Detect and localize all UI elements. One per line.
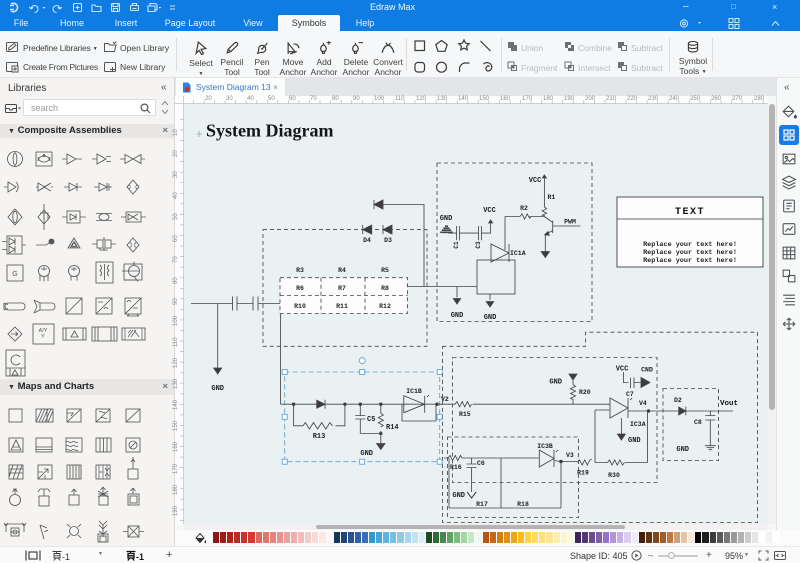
svg-text:R1: R1 [548, 194, 556, 201]
svg-text:GND: GND [628, 437, 641, 445]
svg-text:IC1B: IC1B [406, 388, 422, 395]
svg-text:GND: GND [440, 215, 453, 223]
svg-text:C8: C8 [694, 419, 702, 426]
svg-text:C1: C1 [453, 241, 460, 249]
svg-text:Replace your text here!: Replace your text here! [643, 249, 737, 257]
svg-text:PWM: PWM [564, 219, 576, 226]
svg-text:GND: GND [484, 314, 497, 322]
svg-text:VCC: VCC [616, 366, 629, 374]
svg-text:R15: R15 [459, 411, 471, 418]
svg-text:Replace your text here!: Replace your text here! [643, 257, 737, 265]
svg-text:System Diagram: System Diagram [206, 121, 333, 141]
svg-text:Y: Y [41, 334, 45, 340]
svg-text:Replace your text here!: Replace your text here! [643, 241, 737, 249]
svg-text:IC1A: IC1A [510, 250, 526, 257]
svg-text:R20: R20 [579, 389, 591, 396]
svg-text:VCC: VCC [529, 177, 542, 185]
svg-text:D4: D4 [363, 237, 371, 244]
svg-text:R14: R14 [386, 424, 399, 432]
svg-text:R19: R19 [577, 470, 589, 477]
svg-text:R16: R16 [450, 464, 462, 471]
svg-text:R10: R10 [294, 303, 306, 310]
svg-text:R18: R18 [517, 501, 529, 508]
svg-text:R13: R13 [313, 433, 326, 441]
svg-text:C5: C5 [367, 416, 375, 424]
svg-text:D2: D2 [674, 397, 682, 404]
svg-text:R2: R2 [520, 205, 528, 212]
svg-text:CND: CND [641, 367, 653, 374]
svg-text:R12: R12 [379, 303, 391, 310]
svg-text:GND: GND [452, 492, 465, 500]
svg-text:V2: V2 [441, 396, 449, 403]
svg-text:R8: R8 [381, 285, 389, 292]
svg-text:GND: GND [676, 446, 689, 454]
svg-text:R5: R5 [381, 267, 389, 274]
svg-text:C7: C7 [626, 391, 634, 398]
svg-text:C6: C6 [477, 460, 485, 467]
svg-text:IC3A: IC3A [630, 421, 646, 428]
svg-text:VCC: VCC [483, 207, 496, 215]
svg-text:IC3B: IC3B [537, 443, 553, 450]
svg-text:TEXT: TEXT [675, 207, 705, 218]
svg-text:R11: R11 [336, 303, 348, 310]
svg-text:R7: R7 [338, 285, 346, 292]
svg-text:V3: V3 [566, 452, 574, 459]
svg-text:G: G [12, 271, 17, 278]
svg-text:GND: GND [211, 385, 224, 393]
svg-text:R30: R30 [608, 472, 620, 479]
svg-text:V4: V4 [639, 400, 647, 407]
svg-text:Vout: Vout [720, 400, 738, 408]
svg-text:C3: C3 [475, 241, 482, 249]
svg-text:R4: R4 [338, 267, 346, 274]
svg-text:GND: GND [360, 450, 373, 458]
svg-text:R3: R3 [296, 267, 304, 274]
svg-text:R17: R17 [476, 501, 488, 508]
svg-text:GND: GND [451, 312, 464, 320]
svg-text:D3: D3 [384, 237, 392, 244]
svg-text:R6: R6 [296, 285, 304, 292]
svg-text:GND: GND [549, 379, 562, 387]
